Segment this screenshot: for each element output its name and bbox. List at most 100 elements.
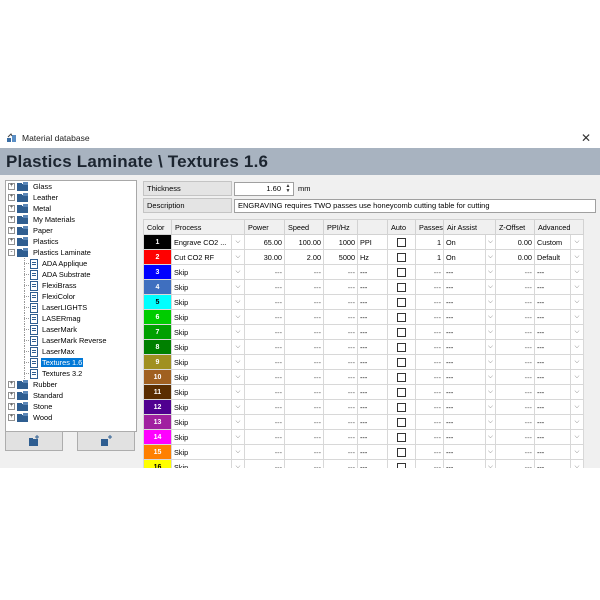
- ppi-value[interactable]: ---: [323, 384, 358, 400]
- passes-value[interactable]: ---: [415, 294, 444, 310]
- chevron-down-icon[interactable]: ⌵: [485, 444, 496, 460]
- table-row[interactable]: 2 Cut CO2 RF ⌵ 30.00 2.00 5000 Hz 1 On ⌵ 0.00 Defau…: [143, 249, 584, 265]
- table-row[interactable]: 8 Skip ⌵ --- --- --- --- --- --- ⌵ --- --- ⌵: [143, 339, 584, 355]
- speed-value[interactable]: 100.00: [284, 234, 324, 250]
- ppi-value[interactable]: ---: [323, 339, 358, 355]
- process-select[interactable]: Skip: [171, 339, 232, 355]
- expand-icon[interactable]: +: [8, 414, 15, 421]
- table-row[interactable]: 10 Skip ⌵ --- --- --- --- --- --- ⌵ --- --- ⌵: [143, 369, 584, 385]
- passes-value[interactable]: 1: [415, 249, 444, 265]
- z-offset-value[interactable]: 0.00: [494, 249, 535, 265]
- air-assist-select[interactable]: ---: [443, 324, 486, 340]
- chevron-down-icon[interactable]: ⌵: [569, 249, 584, 265]
- process-select[interactable]: Cut CO2 RF: [171, 249, 232, 265]
- auto-checkbox[interactable]: [397, 297, 406, 307]
- passes-value[interactable]: ---: [415, 324, 444, 340]
- power-value[interactable]: ---: [244, 294, 285, 310]
- process-select[interactable]: Skip: [171, 384, 232, 400]
- power-value[interactable]: ---: [244, 279, 285, 295]
- table-row[interactable]: 15 Skip ⌵ --- --- --- --- --- --- ⌵ --- --- ⌵: [143, 444, 584, 460]
- ppi-value[interactable]: ---: [323, 459, 358, 468]
- z-offset-value[interactable]: ---: [494, 459, 535, 468]
- table-row[interactable]: 7 Skip ⌵ --- --- --- --- --- --- ⌵ --- --- ⌵: [143, 324, 584, 340]
- process-select[interactable]: Skip: [171, 414, 232, 430]
- collapse-icon[interactable]: -: [8, 249, 15, 256]
- expand-icon[interactable]: +: [8, 183, 15, 190]
- speed-value[interactable]: ---: [284, 414, 324, 430]
- chevron-down-icon[interactable]: ⌵: [485, 369, 496, 385]
- chevron-down-icon[interactable]: ⌵: [231, 354, 245, 370]
- auto-checkbox[interactable]: [397, 342, 406, 352]
- power-value[interactable]: ---: [244, 369, 285, 385]
- auto-checkbox[interactable]: [397, 372, 406, 382]
- air-assist-select[interactable]: ---: [443, 354, 486, 370]
- tree-item[interactable]: + Rubber: [6, 379, 136, 390]
- chevron-down-icon[interactable]: ⌵: [569, 234, 584, 250]
- expand-icon[interactable]: +: [8, 238, 15, 245]
- table-row[interactable]: 13 Skip ⌵ --- --- --- --- --- --- ⌵ --- --- ⌵: [143, 414, 584, 430]
- speed-value[interactable]: ---: [284, 279, 324, 295]
- auto-checkbox[interactable]: [397, 462, 406, 468]
- advanced-select[interactable]: Custom: [533, 234, 571, 250]
- power-value[interactable]: ---: [244, 309, 285, 325]
- process-select[interactable]: Skip: [171, 399, 232, 415]
- auto-checkbox[interactable]: [397, 447, 406, 457]
- passes-value[interactable]: ---: [415, 399, 444, 415]
- air-assist-select[interactable]: ---: [443, 444, 486, 460]
- chevron-down-icon[interactable]: ⌵: [569, 429, 584, 445]
- table-row[interactable]: 14 Skip ⌵ --- --- --- --- --- --- ⌵ --- --- ⌵: [143, 429, 584, 445]
- z-offset-value[interactable]: ---: [494, 384, 535, 400]
- column-header[interactable]: [357, 219, 388, 235]
- auto-checkbox[interactable]: [397, 402, 406, 412]
- tree-item[interactable]: + Paper: [6, 225, 136, 236]
- chevron-down-icon[interactable]: ⌵: [569, 264, 584, 280]
- column-header[interactable]: PPI/Hz: [323, 219, 358, 235]
- speed-value[interactable]: ---: [284, 369, 324, 385]
- speed-value[interactable]: ---: [284, 354, 324, 370]
- auto-checkbox[interactable]: [397, 267, 406, 277]
- z-offset-value[interactable]: ---: [494, 414, 535, 430]
- layer-color-swatch[interactable]: 9: [143, 354, 172, 370]
- tree-item[interactable]: FlexiBrass: [6, 280, 136, 291]
- z-offset-value[interactable]: ---: [494, 399, 535, 415]
- passes-value[interactable]: ---: [415, 384, 444, 400]
- passes-value[interactable]: ---: [415, 309, 444, 325]
- speed-value[interactable]: ---: [284, 399, 324, 415]
- speed-value[interactable]: ---: [284, 264, 324, 280]
- chevron-down-icon[interactable]: ⌵: [569, 354, 584, 370]
- chevron-down-icon[interactable]: ⌵: [485, 384, 496, 400]
- advanced-select[interactable]: ---: [533, 369, 571, 385]
- expand-icon[interactable]: +: [8, 381, 15, 388]
- air-assist-select[interactable]: ---: [443, 279, 486, 295]
- ppi-value[interactable]: ---: [323, 369, 358, 385]
- z-offset-value[interactable]: ---: [494, 264, 535, 280]
- power-value[interactable]: ---: [244, 414, 285, 430]
- description-input[interactable]: ENGRAVING requires TWO passes use honeyc…: [234, 198, 596, 213]
- power-value[interactable]: ---: [244, 264, 285, 280]
- advanced-select[interactable]: ---: [533, 384, 571, 400]
- advanced-select[interactable]: ---: [533, 264, 571, 280]
- air-assist-select[interactable]: ---: [443, 459, 486, 468]
- passes-value[interactable]: 1: [415, 234, 444, 250]
- material-tree[interactable]: + Glass + Leather + Metal + My Materials + Paper +…: [5, 180, 137, 432]
- tree-item[interactable]: + Standard: [6, 390, 136, 401]
- advanced-select[interactable]: ---: [533, 309, 571, 325]
- speed-value[interactable]: ---: [284, 429, 324, 445]
- speed-value[interactable]: ---: [284, 324, 324, 340]
- chevron-down-icon[interactable]: ⌵: [231, 324, 245, 340]
- tree-item[interactable]: Textures 1.6: [6, 357, 136, 368]
- chevron-down-icon[interactable]: ⌵: [485, 249, 496, 265]
- column-header[interactable]: Auto: [387, 219, 416, 235]
- ppi-value[interactable]: ---: [323, 309, 358, 325]
- advanced-select[interactable]: ---: [533, 279, 571, 295]
- tree-item[interactable]: LASERmag: [6, 313, 136, 324]
- layer-color-swatch[interactable]: 13: [143, 414, 172, 430]
- advanced-select[interactable]: ---: [533, 294, 571, 310]
- auto-checkbox[interactable]: [397, 432, 406, 442]
- chevron-down-icon[interactable]: ⌵: [485, 264, 496, 280]
- tree-item[interactable]: LaserMark: [6, 324, 136, 335]
- chevron-down-icon[interactable]: ⌵: [231, 264, 245, 280]
- advanced-select[interactable]: ---: [533, 459, 571, 468]
- expand-icon[interactable]: +: [8, 205, 15, 212]
- air-assist-select[interactable]: ---: [443, 429, 486, 445]
